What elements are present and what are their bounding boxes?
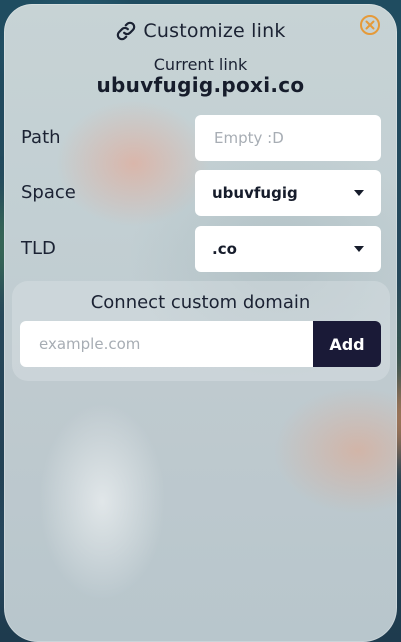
dialog-title: Customize link xyxy=(143,20,286,42)
path-input[interactable] xyxy=(212,128,364,148)
tld-label: TLD xyxy=(21,238,56,259)
space-label: Space xyxy=(21,182,76,203)
current-link-value: ubuvfugig.poxi.co xyxy=(96,73,305,97)
custom-domain-title: Connect custom domain xyxy=(90,292,311,313)
custom-domain-input[interactable] xyxy=(37,334,296,354)
path-field[interactable] xyxy=(195,115,381,161)
dialog-header: Customize link xyxy=(4,18,397,44)
space-selected-value: ubuvfugig xyxy=(212,184,298,202)
space-select[interactable]: ubuvfugig xyxy=(195,170,381,216)
current-link-label: Current link xyxy=(153,55,248,74)
caret-down-icon xyxy=(354,190,364,196)
path-label: Path xyxy=(21,127,61,148)
custom-domain-field[interactable] xyxy=(20,321,313,367)
customize-link-dialog: Customize link Current link ubuvfugig.po… xyxy=(4,4,397,642)
link-icon xyxy=(115,20,137,42)
caret-down-icon xyxy=(354,246,364,252)
add-domain-button[interactable]: Add xyxy=(313,321,381,367)
close-icon xyxy=(365,20,375,30)
close-button[interactable] xyxy=(360,15,380,35)
tld-select[interactable]: .co xyxy=(195,226,381,272)
tld-selected-value: .co xyxy=(212,240,237,258)
